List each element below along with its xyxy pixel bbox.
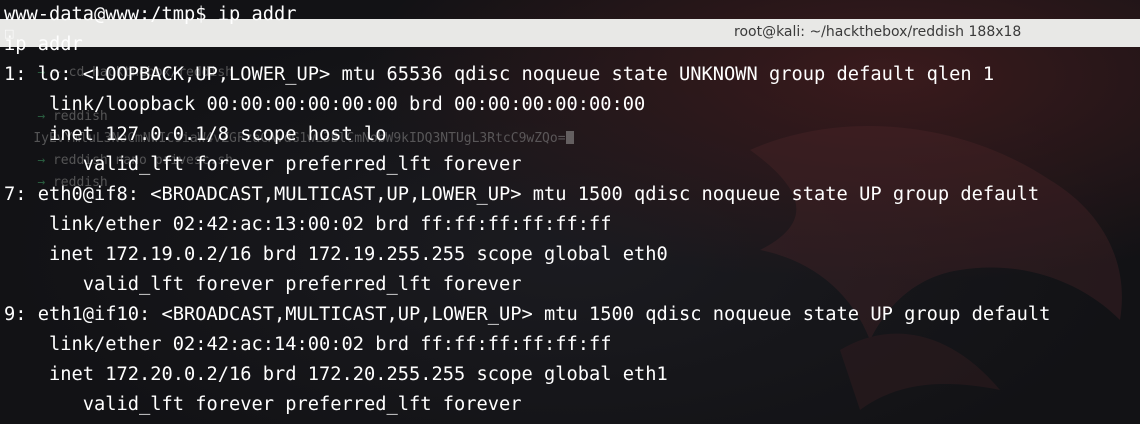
link-line: link/ether 02:42:ac:13:00:02 brd ff:ff:f… bbox=[4, 214, 612, 235]
link-line: link/loopback 00:00:00:00:00:00 brd 00:0… bbox=[4, 94, 646, 115]
link-line: link/ether 02:42:ac:14:00:02 brd ff:ff:f… bbox=[4, 334, 612, 355]
inet-line: inet 172.19.0.2/16 brd 172.19.255.255 sc… bbox=[4, 244, 668, 265]
valid-lft-line: valid_lft forever preferred_lft forever bbox=[4, 394, 522, 415]
valid-lft-line: valid_lft forever preferred_lft forever bbox=[4, 154, 522, 175]
terminal-screen[interactable]: root@kali: ~/hackthebox/reddish 188x18 →… bbox=[0, 0, 1140, 424]
command-prompt-line: www-data@www:/tmp$ ip addr bbox=[4, 4, 297, 25]
inet-line: inet 172.20.0.2/16 brd 172.20.255.255 sc… bbox=[4, 364, 668, 385]
inet-line: inet 127.0.0.1/8 scope host lo bbox=[4, 124, 387, 145]
terminal-output[interactable]: www-data@www:/tmp$ ip addr ip addr 1: lo: … bbox=[4, 0, 1050, 420]
interface-header-eth1: 9: eth1@if10: <BROADCAST,MULTICAST,UP,LO… bbox=[4, 304, 1051, 325]
echoed-command-line: ip addr bbox=[4, 34, 83, 55]
valid-lft-line: valid_lft forever preferred_lft forever bbox=[4, 274, 522, 295]
interface-header-eth0: 7: eth0@if8: <BROADCAST,MULTICAST,UP,LOW… bbox=[4, 184, 1040, 205]
interface-header-lo: 1: lo: <LOOPBACK,UP,LOWER_UP> mtu 65536 … bbox=[4, 64, 995, 85]
